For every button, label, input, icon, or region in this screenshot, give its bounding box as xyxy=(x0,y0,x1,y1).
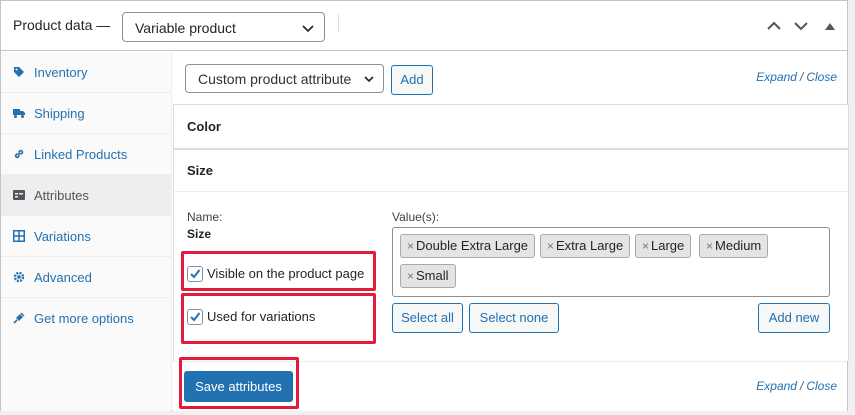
attributes-panel: Custom product attribute Add Expand / Clos… xyxy=(173,52,849,411)
chevron-up-icon[interactable] xyxy=(766,18,782,34)
remove-icon[interactable]: × xyxy=(407,239,414,253)
attribute-heading[interactable]: Color xyxy=(187,119,221,134)
attribute-taxonomy-select[interactable]: Custom product attribute xyxy=(185,64,384,93)
tab-attributes[interactable]: Attributes xyxy=(1,175,172,216)
add-attribute-button[interactable]: Add xyxy=(391,65,433,95)
tab-label: Advanced xyxy=(34,270,92,285)
attribute-name-label: Name: xyxy=(187,210,223,224)
product-type-select[interactable]: Variable product xyxy=(122,12,325,42)
value-tag-label: Medium xyxy=(715,238,762,253)
visible-checkbox[interactable] xyxy=(187,266,203,282)
collapse-triangle-icon[interactable] xyxy=(824,20,836,32)
chevron-down-icon[interactable] xyxy=(793,18,809,34)
tab-inventory[interactable]: Inventory xyxy=(1,52,172,93)
close-all-link[interactable]: Close xyxy=(806,70,837,84)
tab-label: Attributes xyxy=(34,188,89,203)
value-tag[interactable]: × Small xyxy=(400,264,456,288)
variations-checkbox[interactable] xyxy=(187,309,203,325)
grid-icon xyxy=(13,230,25,242)
tab-get-more-options[interactable]: Get more options xyxy=(1,298,172,339)
tab-label: Linked Products xyxy=(34,147,128,162)
separator: / xyxy=(799,70,804,84)
tab-variations[interactable]: Variations xyxy=(1,216,172,257)
add-new-value-button[interactable]: Add new xyxy=(758,303,830,333)
plugin-icon xyxy=(13,312,25,324)
visible-label: Visible on the product page xyxy=(207,266,365,281)
chevron-down-icon xyxy=(302,25,314,33)
product-data-panel: Product data — Variable product Inventor… xyxy=(0,0,849,411)
product-data-tabs: Inventory Shipping Linked Products Attri… xyxy=(1,52,172,411)
truck-icon xyxy=(13,109,25,118)
select-all-button[interactable]: Select all xyxy=(392,303,463,333)
remove-icon[interactable]: × xyxy=(642,239,649,253)
tab-label: Inventory xyxy=(34,65,88,80)
tab-shipping[interactable]: Shipping xyxy=(1,93,172,134)
attribute-heading[interactable]: Size xyxy=(187,163,213,178)
expand-all-link[interactable]: Expand xyxy=(756,379,797,393)
attribute-row-color[interactable]: Color xyxy=(173,104,849,149)
gear-icon xyxy=(13,271,25,283)
attribute-values-select[interactable]: × Double Extra Large × Extra Large × Large … xyxy=(392,227,830,297)
attributes-toolbar: Custom product attribute Add Expand / Clos… xyxy=(173,52,847,103)
value-tag-label: Small xyxy=(416,268,449,283)
select-none-button[interactable]: Select none xyxy=(469,303,559,333)
value-tag[interactable]: × Extra Large xyxy=(540,234,631,258)
attribute-values-label: Value(s): xyxy=(392,210,440,224)
footer-expand-close-links: Expand / Close xyxy=(756,379,837,393)
expand-close-links: Expand / Close xyxy=(756,70,837,84)
attribute-header[interactable]: Size xyxy=(174,150,848,192)
save-attributes-button[interactable]: Save attributes xyxy=(184,371,293,402)
value-tag[interactable]: × Medium xyxy=(699,234,769,258)
attribute-name-value: Size xyxy=(187,227,212,241)
expand-all-link[interactable]: Expand xyxy=(756,70,797,84)
value-tag-label: Double Extra Large xyxy=(416,238,529,253)
list-icon xyxy=(13,190,25,200)
product-type-value: Variable product xyxy=(135,20,236,36)
panel-title: Product data — xyxy=(13,17,111,33)
remove-icon[interactable]: × xyxy=(547,239,554,253)
link-icon xyxy=(14,149,24,159)
remove-icon[interactable]: × xyxy=(407,269,414,283)
value-tag-label: Large xyxy=(651,238,685,253)
tab-label: Shipping xyxy=(34,106,85,121)
value-tag[interactable]: × Double Extra Large xyxy=(400,234,536,258)
remove-icon[interactable]: × xyxy=(706,239,713,253)
panel-header: Product data — Variable product xyxy=(1,1,847,51)
separator: / xyxy=(799,379,804,393)
close-all-link[interactable]: Close xyxy=(806,379,837,393)
tab-advanced[interactable]: Advanced xyxy=(1,257,172,298)
header-divider xyxy=(338,14,339,32)
tab-label: Get more options xyxy=(34,311,134,326)
value-tag-label: Extra Large xyxy=(556,238,624,253)
tag-icon xyxy=(14,67,24,77)
variations-label: Used for variations xyxy=(207,309,316,324)
tab-label: Variations xyxy=(34,229,91,244)
attribute-select-value: Custom product attribute xyxy=(198,71,352,87)
check-icon xyxy=(190,312,201,322)
value-tag[interactable]: × Large xyxy=(635,234,692,258)
attributes-footer: Save attributes Expand / Close xyxy=(173,361,847,411)
tab-linked-products[interactable]: Linked Products xyxy=(1,134,172,175)
chevron-down-icon xyxy=(364,76,374,83)
check-icon xyxy=(190,269,201,279)
